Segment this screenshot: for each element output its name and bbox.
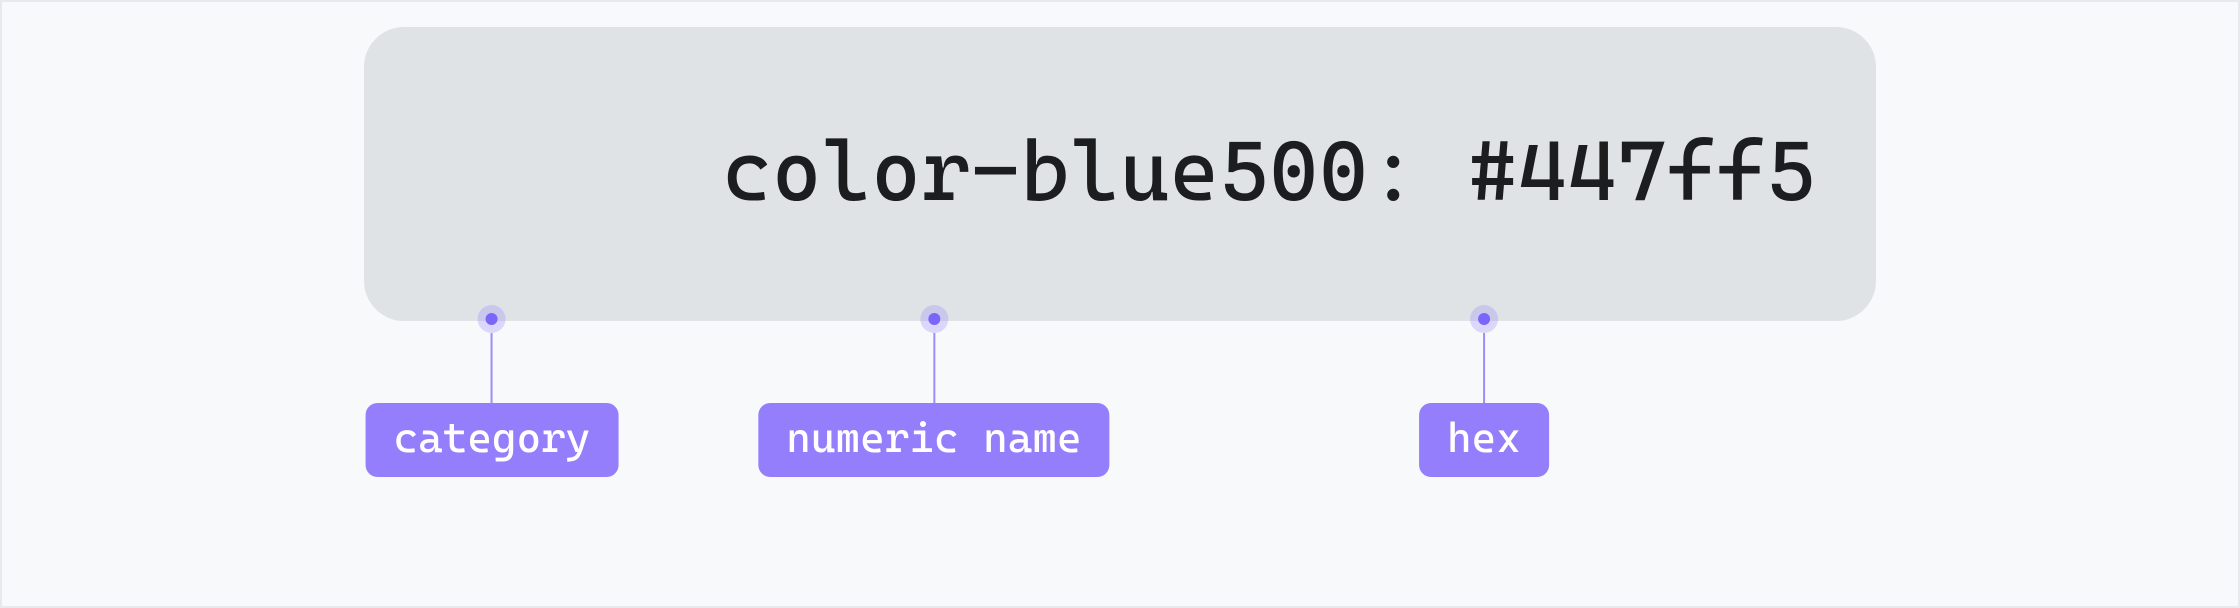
- annotation-category: category: [366, 305, 619, 477]
- annotation-label-numeric-name: numeric name: [758, 403, 1109, 477]
- annotations-row: category numeric name hex: [364, 321, 1876, 521]
- callout-stem: [491, 333, 493, 403]
- callout-dot-icon: [1470, 305, 1498, 333]
- annotation-label-hex: hex: [1419, 403, 1549, 477]
- callout-dot-icon: [920, 305, 948, 333]
- diagram-frame: color-blue500: #447ff5 category numeric …: [0, 0, 2240, 608]
- token-string-text: color-blue500: #447ff5: [722, 122, 1816, 220]
- callout-stem: [1483, 333, 1485, 403]
- callout-stem: [933, 333, 935, 403]
- diagram-stack: color-blue500: #447ff5 category numeric …: [364, 27, 1876, 521]
- callout-dot-core-icon: [1478, 313, 1490, 325]
- annotation-label-category: category: [366, 403, 619, 477]
- annotation-numeric-name: numeric name: [758, 305, 1109, 477]
- callout-dot-core-icon: [928, 313, 940, 325]
- token-string-pill: color-blue500: #447ff5: [364, 27, 1876, 321]
- callout-dot-core-icon: [486, 313, 498, 325]
- annotation-hex: hex: [1419, 305, 1549, 477]
- callout-dot-icon: [478, 305, 506, 333]
